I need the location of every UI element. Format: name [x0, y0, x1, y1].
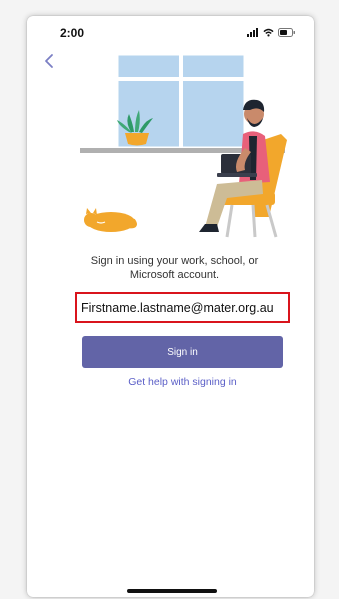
screenshot-frame: 2:00 Sign in using your work, school, or…	[0, 0, 339, 599]
phone-screen: 2:00 Sign in using your work, school, or…	[27, 16, 314, 597]
signin-instruction: Sign in using your work, school, or Micr…	[90, 255, 259, 281]
status-time: 2:00	[60, 26, 85, 40]
wifi-icon	[263, 28, 274, 37]
signal-icon	[247, 28, 258, 37]
person-working-at-laptop-illustration	[80, 52, 287, 238]
status-icons	[247, 28, 296, 37]
get-help-link[interactable]: Get help with signing in	[67, 376, 298, 388]
email-input[interactable]	[77, 294, 288, 321]
battery-icon	[278, 28, 295, 37]
home-indicator[interactable]	[127, 589, 217, 593]
email-field-highlight	[75, 292, 290, 323]
status-bar: 2:00	[27, 16, 314, 50]
sign-in-button[interactable]: Sign in	[82, 336, 283, 368]
chevron-left-icon[interactable]	[41, 52, 59, 70]
